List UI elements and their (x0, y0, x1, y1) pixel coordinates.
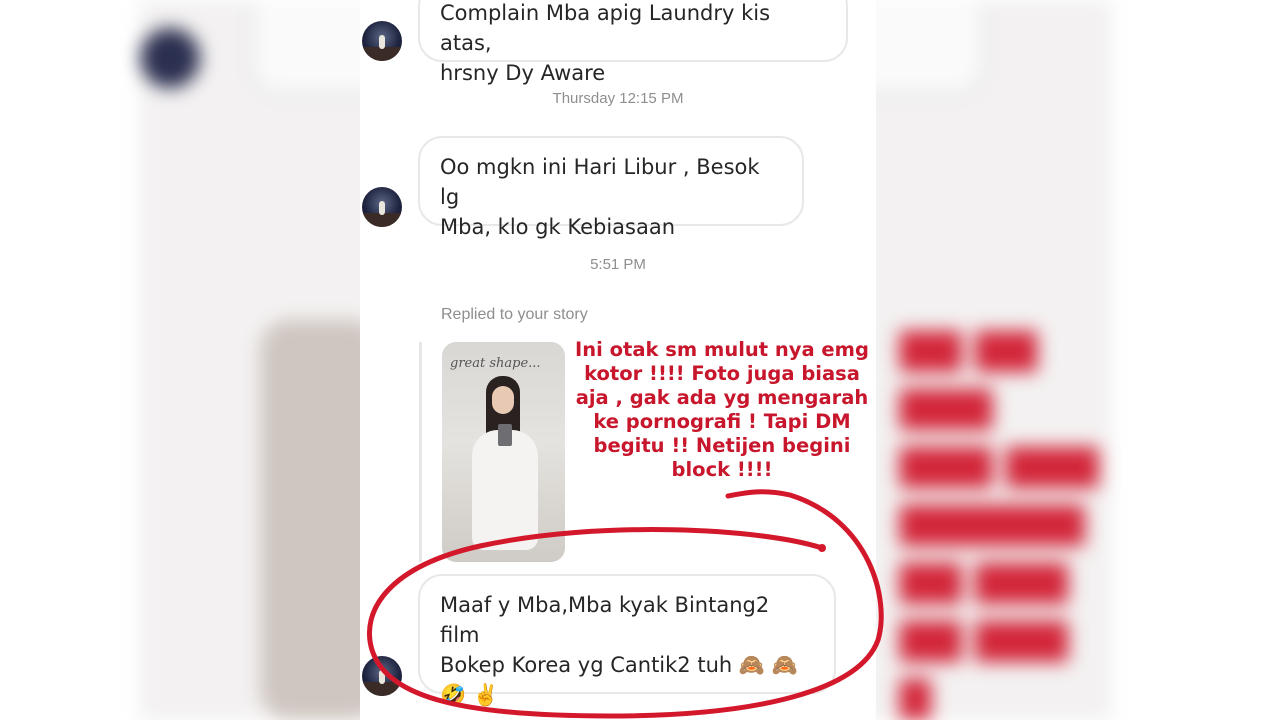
message-line: Maaf y Mba,Mba kyak Bintang2 film (440, 593, 770, 647)
sender-avatar[interactable] (362, 656, 402, 696)
message-line: Bokep Korea yg Cantik2 tuh 🙈 🙈 (440, 653, 798, 677)
message-bubble[interactable]: Maaf y Mba,Mba kyak Bintang2 film Bokep … (418, 574, 836, 707)
message-line: 🤣 ✌️ (440, 683, 499, 707)
annotation-line: begitu !! Netijen begini (593, 434, 851, 457)
annotation-line: kotor !!!! Foto juga biasa (584, 362, 860, 385)
timestamp: 5:51 PM (590, 256, 646, 273)
avatar-figure (379, 670, 385, 684)
annotation-line: aja , gak ada yg mengarah (575, 386, 869, 409)
story-thumbnail[interactable]: great shape... (442, 342, 565, 562)
story-scribble: great shape... (450, 356, 541, 371)
red-annotation-text: Ini otak sm mulut nya emg kotor !!!! Fot… (572, 338, 872, 482)
story-person-face (492, 386, 514, 414)
bg-red-text: ▇▇ ▇▇ ▇▇▇ ▇▇▇ ▇▇▇ ▇▇▇▇▇▇ ▇▇ ▇▇▇ ▇▇ ▇▇▇ ▇ (900, 326, 1099, 720)
message-line: Oo mgkn ini Hari Libur , Besok lg (440, 155, 760, 209)
annotation-line: ke pornografi ! Tapi DM (593, 410, 851, 433)
message-line: hrsny Dy Aware (440, 61, 606, 85)
avatar-ground (362, 682, 402, 696)
message-bubble[interactable]: Complain Mba apig Laundry kis atas, hrsn… (418, 0, 848, 85)
timestamp: Thursday 12:15 PM (552, 90, 684, 107)
avatar-figure (379, 201, 385, 215)
avatar-figure (379, 35, 385, 49)
replied-to-story-label: Replied to your story (441, 306, 588, 323)
story-phone (498, 424, 512, 446)
annotation-line: block !!!! (671, 458, 773, 481)
message-line: Complain Mba apig Laundry kis atas, (440, 1, 771, 55)
sender-avatar[interactable] (362, 21, 402, 61)
story-quote-line (419, 342, 422, 562)
story-person-body (472, 430, 538, 550)
message-line: Mba, klo gk Kebiasaan (440, 215, 676, 239)
annotation-line: Ini otak sm mulut nya emg (575, 338, 869, 361)
sender-avatar[interactable] (362, 187, 402, 227)
avatar-ground (362, 213, 402, 227)
bg-avatar (140, 28, 200, 88)
avatar-ground (362, 47, 402, 61)
message-bubble[interactable]: Oo mgkn ini Hari Libur , Besok lg Mba, k… (418, 136, 804, 239)
dm-conversation: Complain Mba apig Laundry kis atas, hrsn… (360, 0, 876, 720)
